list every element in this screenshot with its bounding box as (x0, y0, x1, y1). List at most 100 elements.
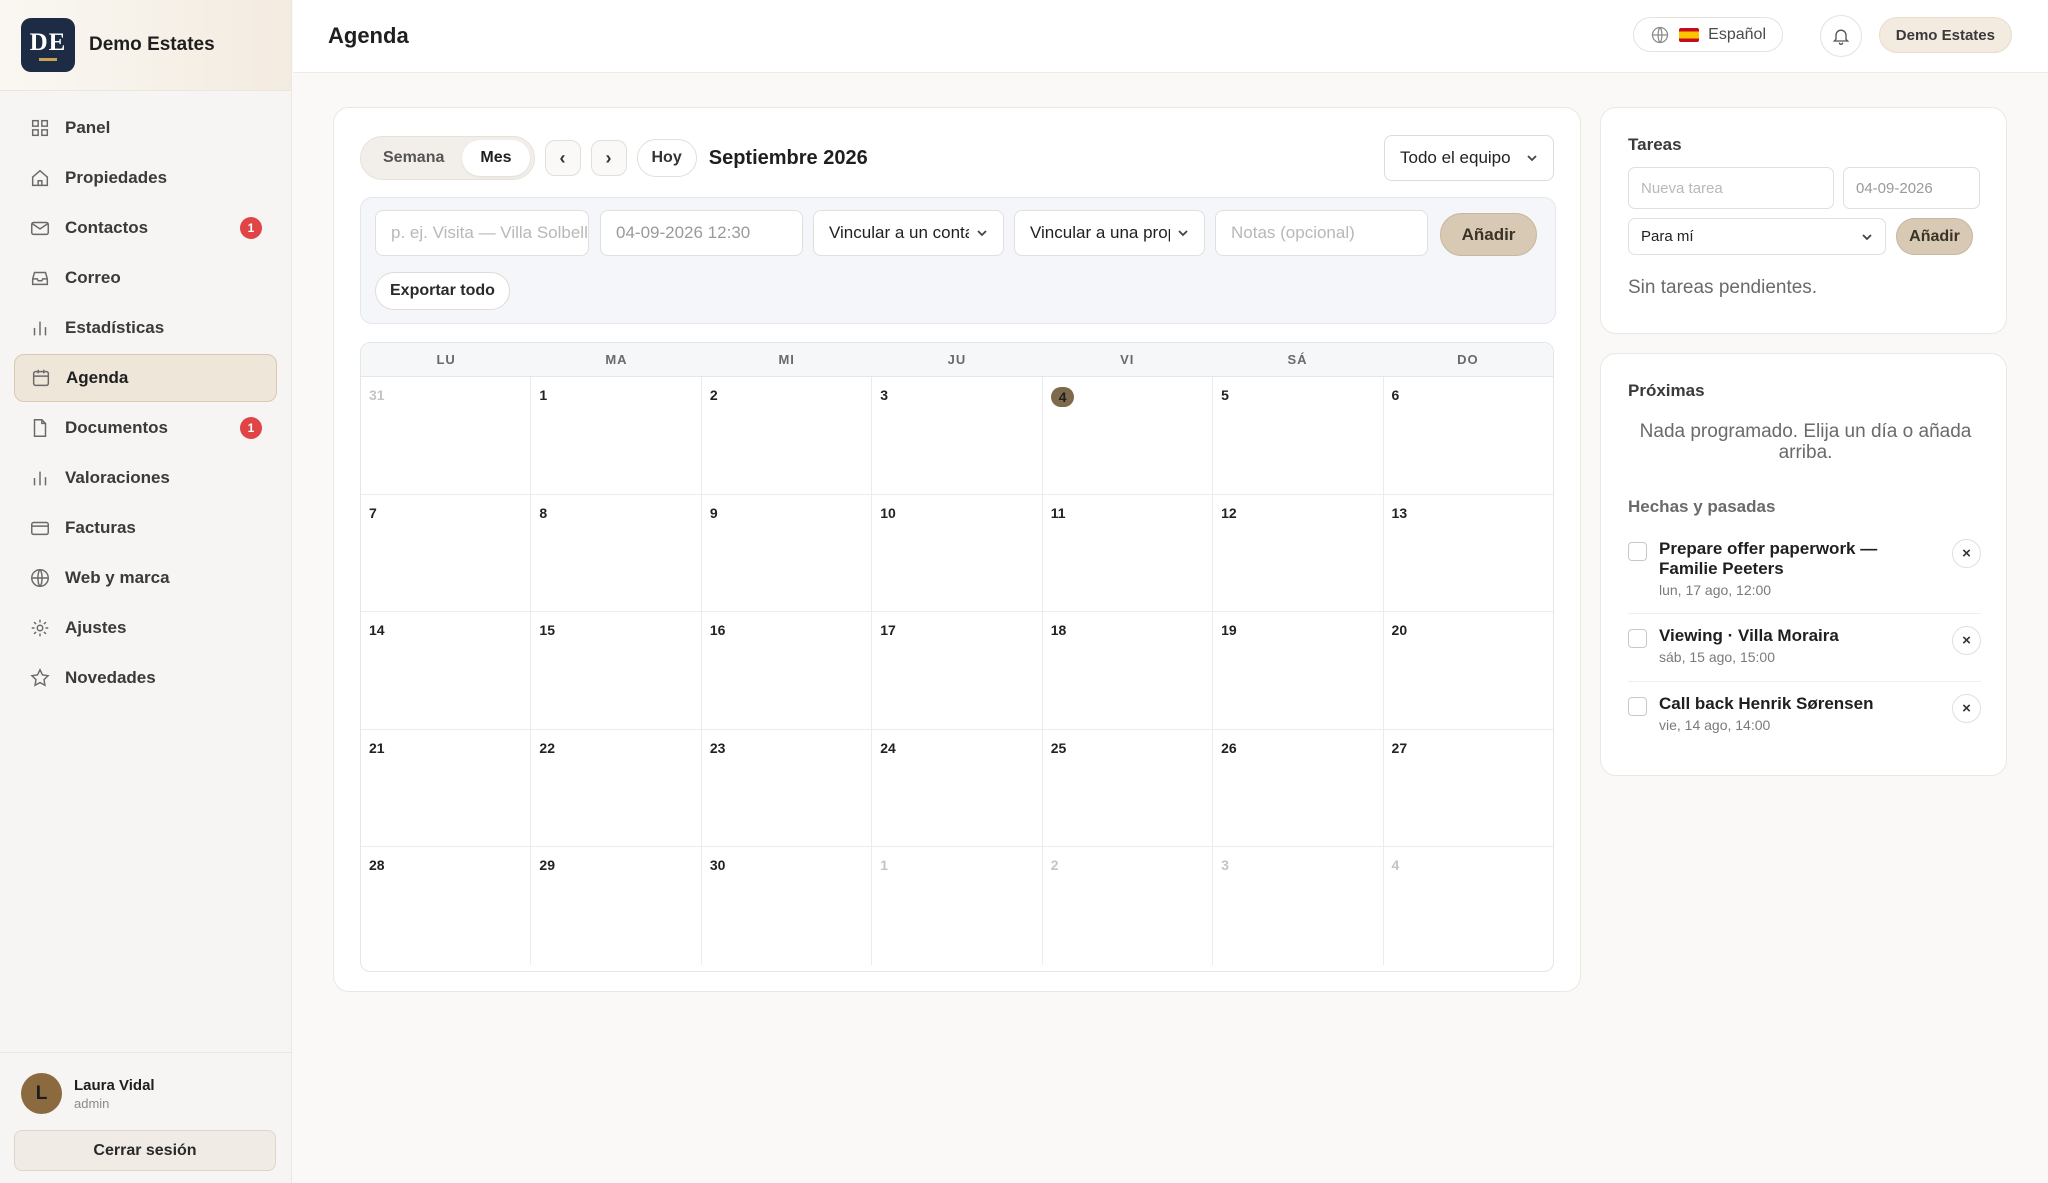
day-cell[interactable]: 10 (872, 494, 1043, 612)
logo-underline (39, 58, 57, 61)
day-cell[interactable]: 16 (702, 612, 873, 729)
day-cell[interactable]: 17 (872, 612, 1043, 729)
day-cell[interactable]: 7 (361, 494, 532, 612)
day-cell[interactable]: 22 (531, 729, 702, 847)
day-cell[interactable]: 1 (872, 847, 1043, 965)
next-month-button[interactable]: › (590, 140, 627, 176)
day-cell[interactable]: 14 (361, 612, 532, 729)
team-filter-select[interactable]: Todo el equipo (1384, 135, 1554, 181)
day-cell-today[interactable]: 4 (1043, 377, 1214, 494)
task-date-input[interactable]: 04-09-2026 (1843, 167, 1980, 209)
day-cell[interactable]: 31 (361, 377, 532, 494)
event-datetime-input[interactable]: 04-09-2026 12:30 (600, 210, 803, 256)
count-badge: 1 (240, 417, 262, 439)
day-cell[interactable]: 9 (702, 494, 873, 612)
task-checkbox[interactable] (1628, 697, 1647, 716)
view-week-button[interactable]: Semana (365, 140, 462, 176)
language-switcher[interactable]: Español (1633, 17, 1783, 52)
team-filter-value: Todo el equipo (1400, 148, 1511, 167)
day-cell[interactable]: 13 (1384, 495, 1553, 612)
sidebar-item-novedades[interactable]: Novedades (14, 654, 277, 702)
weekday-label: DO (1457, 352, 1479, 367)
day-cell[interactable]: 2 (702, 377, 873, 494)
day-cell[interactable]: 6 (1384, 377, 1553, 494)
logout-button[interactable]: Cerrar sesión (14, 1130, 276, 1171)
sidebar-item-panel[interactable]: Panel (14, 104, 277, 152)
sidebar-item-valoraciones[interactable]: Valoraciones (14, 454, 277, 502)
task-checkbox[interactable] (1628, 629, 1647, 648)
bar-chart-icon (33, 321, 47, 336)
sidebar-item-contactos[interactable]: Contactos 1 (14, 204, 277, 252)
link-property-select[interactable]: Vincular a una propiedad (1014, 210, 1205, 256)
delete-task-button[interactable]: × (1952, 694, 1981, 723)
day-cell[interactable]: 27 (1384, 730, 1553, 847)
day-cell[interactable]: 19 (1213, 612, 1384, 729)
event-title-input[interactable]: p. ej. Visita — Villa Solbella (375, 210, 589, 256)
day-number: 4 (1391, 857, 1400, 874)
account-button[interactable]: Demo Estates (1878, 17, 2012, 53)
day-cell[interactable]: 21 (361, 729, 532, 847)
add-event-button[interactable]: Añadir (1440, 213, 1537, 256)
day-cell[interactable]: 25 (1043, 729, 1214, 847)
view-month-button[interactable]: Mes (462, 140, 530, 176)
brand[interactable]: DE Demo Estates (0, 0, 291, 91)
user-row[interactable]: L Laura Vidal admin (14, 1073, 278, 1114)
link-contact-select[interactable]: Vincular a un contacto (813, 210, 1004, 256)
day-cell[interactable]: 26 (1213, 729, 1384, 847)
add-task-button[interactable]: Añadir (1896, 218, 1973, 255)
upcoming-title: Próximas (1628, 381, 1705, 400)
weekday-header: LU MA MI JU VI SÁ DO (361, 343, 1553, 377)
day-cell[interactable]: 1 (531, 377, 702, 494)
upcoming-card: Próximas Nada programado. Elija un día o… (1600, 353, 2007, 776)
day-cell[interactable]: 20 (1384, 612, 1553, 729)
day-number: 10 (880, 504, 896, 521)
delete-task-button[interactable]: × (1952, 626, 1981, 655)
sidebar: DE Demo Estates Panel Propiedades Contacto… (0, 0, 292, 1183)
day-cell[interactable]: 8 (531, 494, 702, 612)
month-grid: LU MA MI JU VI SÁ DO 31 1 2 3 4 5 6 7 8 9 10 11 12 13 14 15 16… (360, 342, 1554, 972)
task-assignee-select[interactable]: Para mí (1628, 218, 1886, 255)
task-checkbox[interactable] (1628, 542, 1647, 561)
day-cell[interactable]: 11 (1043, 494, 1214, 612)
day-cell[interactable]: 18 (1043, 612, 1214, 729)
day-cell[interactable]: 15 (531, 612, 702, 729)
day-cell[interactable]: 3 (1213, 847, 1384, 965)
day-cell[interactable]: 24 (872, 729, 1043, 847)
day-cell[interactable]: 4 (1384, 847, 1553, 965)
sidebar-item-correo[interactable]: Correo (14, 254, 277, 302)
prev-month-button[interactable]: ‹ (544, 140, 581, 176)
day-cell[interactable]: 29 (531, 847, 702, 965)
sidebar-item-ajustes[interactable]: Ajustes (14, 604, 277, 652)
today-button[interactable]: Hoy (636, 139, 697, 177)
day-cell[interactable]: 12 (1213, 494, 1384, 612)
notifications-button[interactable] (1820, 15, 1862, 57)
week-row: 14 15 16 17 18 19 20 (361, 612, 1553, 730)
sidebar-nav: Panel Propiedades Contactos 1 Correo Estadíst… (0, 91, 291, 717)
day-number: 1 (880, 857, 889, 874)
home-icon (31, 169, 49, 187)
day-number: 17 (880, 622, 896, 639)
day-number: 3 (1221, 857, 1229, 874)
sidebar-item-facturas[interactable]: Facturas (14, 504, 277, 552)
delete-task-button[interactable]: × (1952, 539, 1981, 568)
gear-icon (31, 619, 49, 637)
sidebar-item-propiedades[interactable]: Propiedades (14, 154, 277, 202)
day-cell[interactable]: 30 (702, 847, 873, 965)
divider (1628, 681, 1981, 682)
inbox-icon (31, 271, 49, 286)
event-notes-input[interactable]: Notas (opcional) (1215, 210, 1428, 256)
sidebar-item-agenda[interactable]: Agenda (14, 354, 277, 402)
sidebar-item-estadísticas[interactable]: Estadísticas (14, 304, 277, 352)
day-number: 25 (1050, 739, 1067, 756)
day-cell[interactable]: 3 (872, 377, 1043, 494)
day-number: 22 (539, 739, 555, 756)
sidebar-item-web-y-marca[interactable]: Web y marca (14, 554, 277, 602)
export-all-button[interactable]: Exportar todo (375, 272, 510, 310)
day-cell[interactable]: 5 (1213, 377, 1384, 494)
day-cell[interactable]: 23 (702, 729, 873, 847)
day-number: 30 (709, 857, 726, 874)
new-task-input[interactable]: Nueva tarea (1628, 167, 1834, 209)
day-cell[interactable]: 28 (361, 847, 532, 965)
day-cell[interactable]: 2 (1043, 847, 1214, 965)
sidebar-item-documentos[interactable]: Documentos 1 (14, 404, 277, 452)
